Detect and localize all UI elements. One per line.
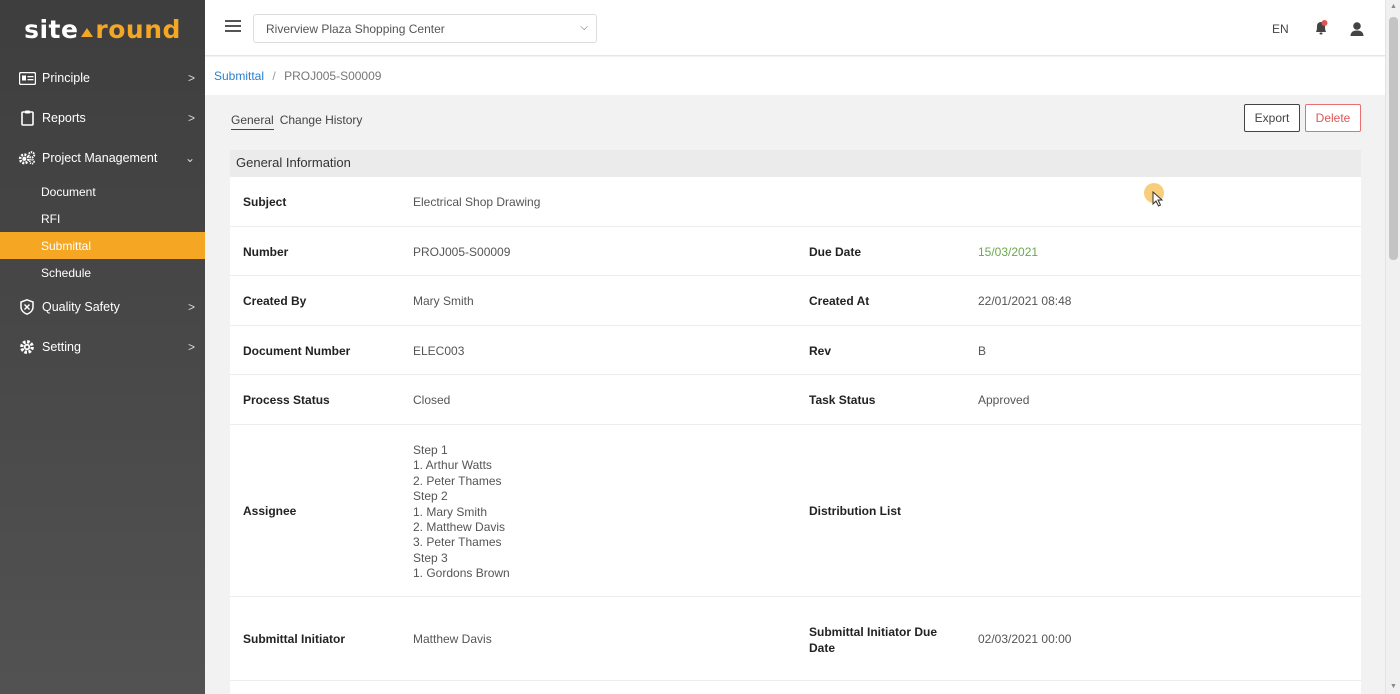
chevron-right-icon: > [187, 71, 195, 85]
assignee-list: Step 1 1. Arthur Watts 2. Peter Thames S… [413, 443, 510, 582]
field-label: Created By [243, 294, 307, 308]
due-date-value: 15/03/2021 [978, 245, 1039, 259]
field-label: Distribution List [809, 504, 901, 518]
project-select-value: Riverview Plaza Shopping Center [266, 22, 445, 36]
field-label: Submittal Initiator Due Date [809, 624, 937, 656]
chevron-down-icon: ⌄ [184, 151, 195, 165]
mouse-cursor-icon [1152, 190, 1164, 207]
chevron-down-icon: ⌵ [580, 22, 588, 33]
gear-icon [18, 339, 36, 355]
sidebar-item-label: Principle [42, 71, 90, 85]
assignee-line: Step 3 [413, 550, 448, 565]
assignee-line: 3. Peter Thames [413, 535, 502, 550]
field-label-line: Submittal Initiator Due [809, 625, 938, 639]
sidebar-subitem-document[interactable]: Document [0, 178, 205, 205]
page-scrollbar[interactable]: ▲ ▼ [1385, 0, 1400, 694]
field-label: Due Date [809, 245, 862, 259]
process-status-value: Closed [413, 393, 451, 407]
sidebar-item-principle[interactable]: Principle > [0, 58, 205, 98]
assignee-line: 1. Gordons Brown [413, 566, 510, 581]
sidebar-subitem-submittal[interactable]: Submittal [0, 232, 205, 259]
assignee-line: 1. Mary Smith [413, 504, 488, 519]
main-content: General Change History Export Delete Gen… [205, 95, 1385, 694]
chevron-right-icon: > [187, 300, 195, 314]
assignee-line: Step 1 [413, 443, 448, 457]
initiator-due-date-value: 02/03/2021 00:00 [978, 632, 1072, 646]
logo-triangle-icon [81, 27, 94, 37]
assignee-line: Step 2 [413, 489, 448, 504]
breadcrumb-separator: / [272, 69, 276, 83]
field-label: Task Status [809, 393, 876, 407]
sidebar-item-label: Reports [42, 111, 86, 125]
sidebar-item-label: Quality Safety [42, 300, 120, 314]
field-label-line: Date [809, 641, 836, 655]
shield-icon [18, 299, 36, 315]
scrollbar-thumb[interactable] [1389, 17, 1398, 260]
task-status-value: Approved [978, 393, 1030, 407]
field-label: Assignee [243, 504, 297, 518]
top-bar: Riverview Plaza Shopping Center ⌵ EN [205, 0, 1385, 56]
scroll-down-icon[interactable]: ▼ [1390, 683, 1397, 690]
general-information-card: General Information Subject Electrical S… [230, 150, 1361, 694]
logo-text-site: site [24, 14, 79, 44]
detail-row: Number PROJ005-S00009 Due Date 15/03/202… [230, 227, 1361, 276]
tab-bar: General Change History [231, 113, 362, 130]
detail-row: Created By Mary Smith Created At 22/01/2… [230, 276, 1361, 326]
field-label: Number [243, 245, 289, 259]
number-value: PROJ005-S00009 [413, 245, 511, 259]
created-at-value: 22/01/2021 08:48 [978, 294, 1072, 308]
assignee-line: 1. Arthur Watts [413, 458, 492, 473]
breadcrumb-current: PROJ005-S00009 [284, 69, 382, 83]
field-label: Submittal Initiator [243, 632, 345, 646]
assignee-line: 2. Peter Thames [413, 473, 502, 488]
created-by-value: Mary Smith [413, 294, 474, 308]
tab-general[interactable]: General [231, 113, 274, 130]
sidebar-subitem-schedule[interactable]: Schedule [0, 259, 205, 286]
detail-row: Process Status Closed Task Status Approv… [230, 375, 1361, 425]
sidebar-item-label: Project Management [42, 151, 158, 165]
logo-text-round: round [95, 14, 181, 44]
sidebar: site round Principle > Reports > Project … [0, 0, 205, 694]
subject-value: Electrical Shop Drawing [413, 195, 541, 209]
id-card-icon [18, 70, 36, 86]
sidebar-item-project-management[interactable]: Project Management ⌄ [0, 138, 205, 178]
breadcrumb: Submittal / PROJ005-S00009 [205, 57, 1385, 95]
scroll-up-icon[interactable]: ▲ [1390, 3, 1397, 10]
export-button[interactable]: Export [1244, 104, 1300, 132]
sidebar-item-reports[interactable]: Reports > [0, 98, 205, 138]
field-label: Document Number [243, 344, 351, 358]
rev-value: B [978, 344, 987, 358]
language-switcher[interactable]: EN [1272, 22, 1289, 36]
document-number-value: ELEC003 [413, 344, 465, 358]
field-label: Created At [809, 294, 870, 308]
hamburger-menu-icon[interactable] [225, 20, 241, 32]
assignee-line: 2. Matthew Davis [413, 520, 506, 535]
breadcrumb-submittal-link[interactable]: Submittal [214, 69, 264, 83]
logo[interactable]: site round [0, 0, 205, 58]
sidebar-item-setting[interactable]: Setting > [0, 327, 205, 367]
project-select[interactable]: Riverview Plaza Shopping Center ⌵ [253, 14, 597, 43]
clipboard-icon [18, 110, 36, 126]
detail-row: Subject Electrical Shop Drawing [230, 177, 1361, 227]
delete-button[interactable]: Delete [1305, 104, 1361, 132]
tab-change-history[interactable]: Change History [280, 113, 363, 130]
field-label: Rev [809, 344, 832, 358]
detail-row: Submittal Initiator Matthew Davis Submit… [230, 597, 1361, 681]
card-title: General Information [230, 150, 1361, 177]
sidebar-subitem-rfi[interactable]: RFI [0, 205, 205, 232]
detail-row: Document Number ELEC003 Rev B [230, 326, 1361, 375]
submittal-initiator-value: Matthew Davis [413, 632, 492, 646]
user-profile-icon[interactable] [1347, 19, 1367, 39]
chevron-right-icon: > [187, 340, 195, 354]
field-label: Process Status [243, 393, 330, 407]
sidebar-item-label: Setting [42, 340, 81, 354]
sidebar-item-quality-safety[interactable]: Quality Safety > [0, 287, 205, 327]
notification-bell-icon[interactable] [1311, 18, 1331, 38]
gears-icon [18, 150, 36, 166]
field-label: Subject [243, 195, 287, 209]
detail-row: Assignee Step 1 1. Arthur Watts 2. Peter… [230, 425, 1361, 597]
chevron-right-icon: > [187, 111, 195, 125]
